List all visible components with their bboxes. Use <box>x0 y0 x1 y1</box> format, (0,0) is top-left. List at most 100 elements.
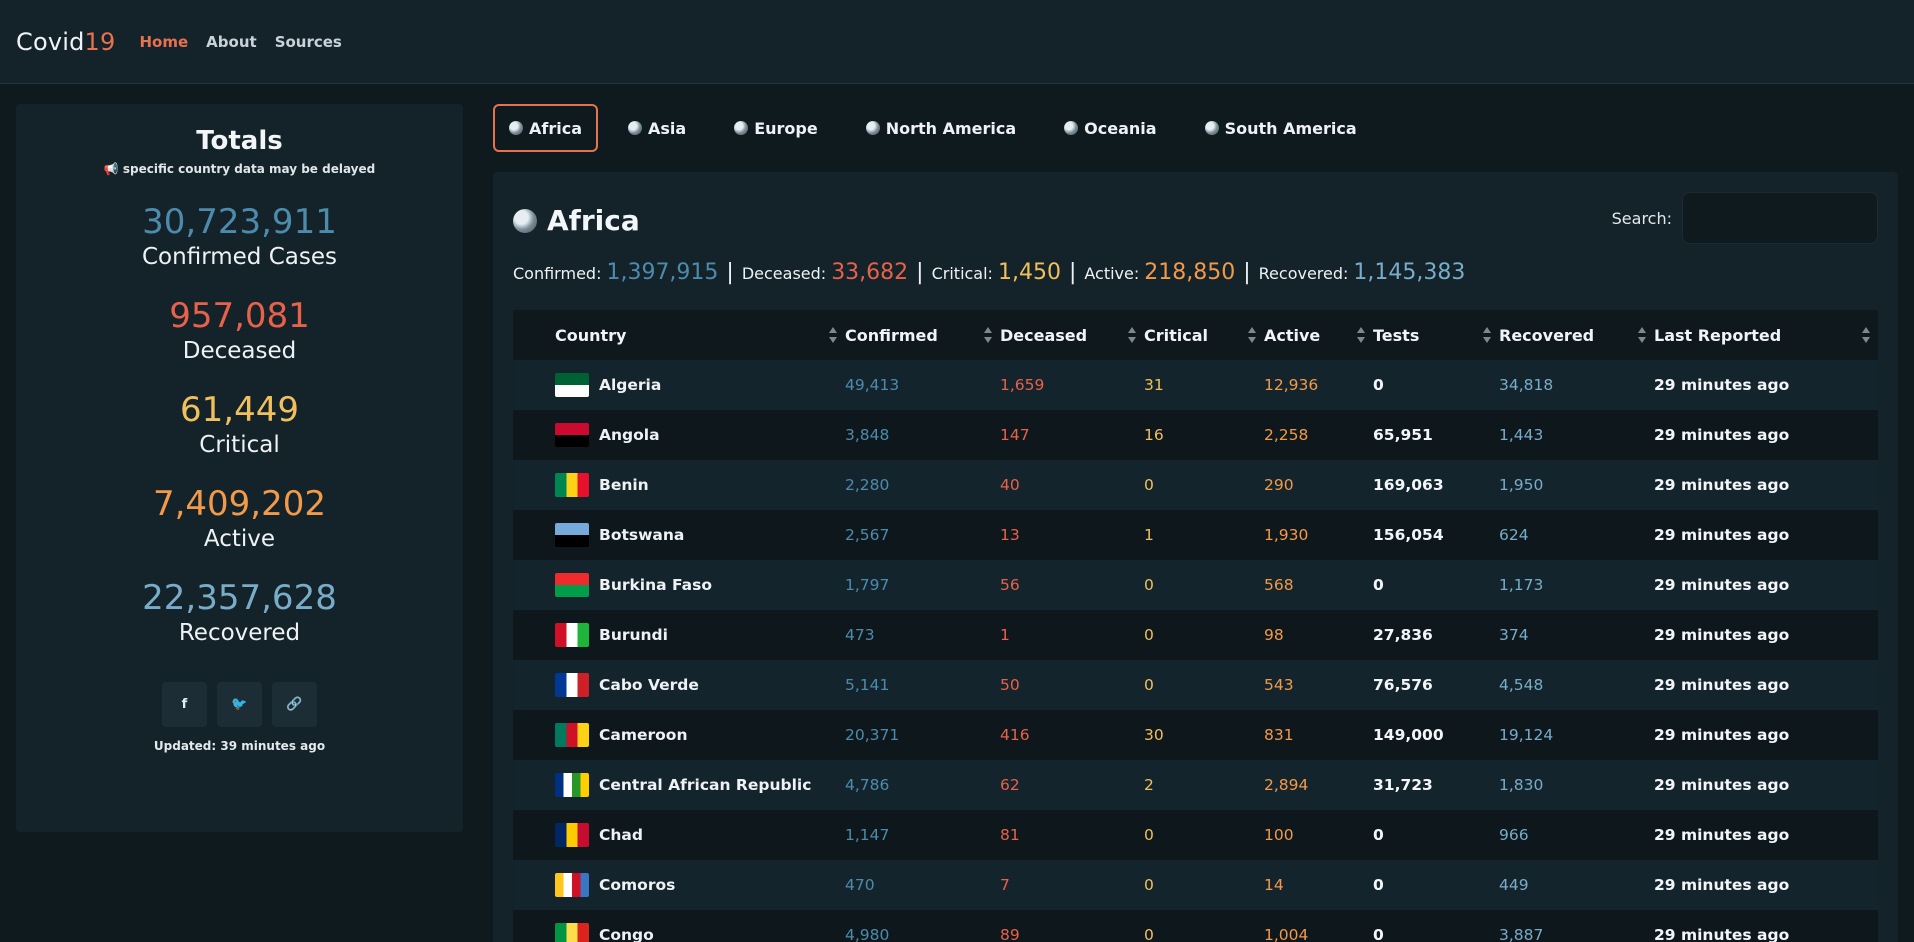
country-name: Central African Republic <box>599 776 812 794</box>
continent-summary: Confirmed: 1,397,915 | Deceased: 33,682 … <box>513 260 1465 285</box>
summary-critical-label: Critical: <box>931 264 993 283</box>
brand-logo[interactable]: Covid19 <box>16 28 116 56</box>
row-spacer <box>513 460 555 510</box>
stat-active: 7,409,202 Active <box>16 484 463 554</box>
sort-icon <box>1248 327 1256 343</box>
cell-last: 29 minutes ago <box>1654 526 1790 544</box>
cell-country: Angola <box>555 410 845 460</box>
nav-link-about[interactable]: About <box>206 33 257 51</box>
column-header-active[interactable]: Active <box>1264 310 1373 360</box>
cell-tests: 27,836 <box>1373 626 1433 644</box>
flag-icon <box>555 823 589 847</box>
table-row[interactable]: Cameroon 20,371 416 30 831 149,000 19,124 29 mi… <box>513 710 1878 760</box>
cell-last: 29 minutes ago <box>1654 676 1790 694</box>
facebook-share-button[interactable]: f <box>162 682 207 727</box>
column-header-recovered[interactable]: Recovered <box>1499 310 1654 360</box>
cell-deceased: 56 <box>1000 576 1020 594</box>
cell-confirmed: 5,141 <box>845 676 890 694</box>
table-row[interactable]: Central African Republic 4,786 62 2 2,894 31,… <box>513 760 1878 810</box>
cell-deceased: 147 <box>1000 426 1030 444</box>
cell-active: 100 <box>1264 826 1294 844</box>
stat-deceased-value: 957,081 <box>169 296 310 336</box>
cell-critical: 0 <box>1144 626 1154 644</box>
cell-active: 1,004 <box>1264 926 1309 942</box>
cell-active: 543 <box>1264 676 1294 694</box>
globe-icon <box>1064 121 1079 135</box>
country-cell-content: Congo <box>555 923 845 942</box>
column-header-country[interactable]: Country <box>555 310 845 360</box>
cell-confirmed: 473 <box>845 626 875 644</box>
table-row[interactable]: Algeria 49,413 1,659 31 12,936 0 34,818 29 minu… <box>513 360 1878 410</box>
table-row[interactable]: Angola 3,848 147 16 2,258 65,951 1,443 29 minut… <box>513 410 1878 460</box>
globe-icon <box>628 121 642 135</box>
twitter-share-button[interactable]: 🐦 <box>217 682 262 727</box>
search-label: Search: <box>1611 208 1672 228</box>
tab-asia[interactable]: Asia <box>610 104 704 152</box>
globe-icon <box>734 121 749 135</box>
cell-tests: 169,063 <box>1373 476 1444 494</box>
country-name: Algeria <box>599 376 662 394</box>
cell-tests: 0 <box>1373 926 1384 942</box>
cell-critical: 0 <box>1144 826 1154 844</box>
stat-critical-value: 61,449 <box>180 390 299 430</box>
cell-deceased: 416 <box>1000 726 1030 744</box>
nav-link-home[interactable]: Home <box>140 33 189 51</box>
column-header-last-reported[interactable]: Last Reported <box>1654 310 1878 360</box>
copy-link-button[interactable]: 🔗 <box>272 682 317 727</box>
sort-icon <box>1128 327 1136 343</box>
table-row[interactable]: Chad 1,147 81 0 100 0 966 29 minutes ago <box>513 810 1878 860</box>
cell-country: Central African Republic <box>555 760 845 810</box>
column-header-confirmed[interactable]: Confirmed <box>845 310 1000 360</box>
table-row[interactable]: Cabo Verde 5,141 50 0 543 76,576 4,548 29 minut… <box>513 660 1878 710</box>
table-row[interactable]: Botswana 2,567 13 1 1,930 156,054 624 29 minute… <box>513 510 1878 560</box>
cell-tests: 65,951 <box>1373 426 1433 444</box>
cell-active: 12,936 <box>1264 376 1319 394</box>
updated-timestamp: Updated: 39 minutes ago <box>153 739 326 753</box>
nav-link-sources[interactable]: Sources <box>275 33 342 51</box>
stat-active-label: Active <box>203 526 276 552</box>
stat-critical: 61,449 Critical <box>16 390 463 460</box>
row-spacer <box>513 810 555 860</box>
tab-africa[interactable]: Africa <box>493 104 598 152</box>
cell-country: Burkina Faso <box>555 560 845 610</box>
tab-europe[interactable]: Europe <box>716 104 836 152</box>
link-icon: 🔗 <box>286 697 303 712</box>
column-header-tests[interactable]: Tests <box>1373 310 1499 360</box>
brand-accent: 19 <box>84 27 116 56</box>
stat-confirmed-value: 30,723,911 <box>142 202 337 242</box>
table-row[interactable]: Burkina Faso 1,797 56 0 568 0 1,173 29 minutes … <box>513 560 1878 610</box>
globe-icon <box>513 208 537 233</box>
cell-last: 29 minutes ago <box>1654 376 1790 394</box>
tab-north-america[interactable]: North America <box>848 104 1034 152</box>
column-header-critical[interactable]: Critical <box>1144 310 1264 360</box>
sort-icon <box>829 327 837 343</box>
cell-last: 29 minutes ago <box>1654 776 1790 794</box>
cell-deceased: 1 <box>1000 626 1010 644</box>
cell-critical: 2 <box>1144 776 1154 794</box>
cell-confirmed: 1,147 <box>845 826 890 844</box>
column-header-deceased[interactable]: Deceased <box>1000 310 1144 360</box>
cell-country: Benin <box>555 460 845 510</box>
search-input[interactable] <box>1682 192 1878 244</box>
summary-confirmed-label: Confirmed: <box>513 264 602 283</box>
flag-icon <box>555 723 589 747</box>
table-row[interactable]: Benin 2,280 40 0 290 169,063 1,950 29 minutes a… <box>513 460 1878 510</box>
table-row[interactable]: Burundi 473 1 0 98 27,836 374 29 minutes ago <box>513 610 1878 660</box>
cell-recovered: 374 <box>1499 626 1529 644</box>
country-cell-content: Benin <box>555 473 845 497</box>
cell-confirmed: 2,280 <box>845 476 890 494</box>
cell-confirmed: 49,413 <box>845 376 900 394</box>
tab-oceania[interactable]: Oceania <box>1046 104 1174 152</box>
cell-active: 831 <box>1264 726 1294 744</box>
table-row[interactable]: Comoros 470 7 0 14 0 449 29 minutes ago <box>513 860 1878 910</box>
search-box: Search: <box>1612 192 1878 244</box>
cell-last: 29 minutes ago <box>1654 826 1790 844</box>
tab-south-america[interactable]: South America <box>1187 104 1375 152</box>
tab-label: Africa <box>529 118 582 138</box>
summary-deceased-label: Deceased: <box>741 264 827 283</box>
stat-active-value: 7,409,202 <box>152 484 327 524</box>
table-row[interactable]: Congo 4,980 89 0 1,004 0 3,887 29 minutes ago <box>513 910 1878 942</box>
cell-confirmed: 20,371 <box>845 726 900 744</box>
row-spacer <box>513 360 555 410</box>
row-spacer <box>513 710 555 760</box>
